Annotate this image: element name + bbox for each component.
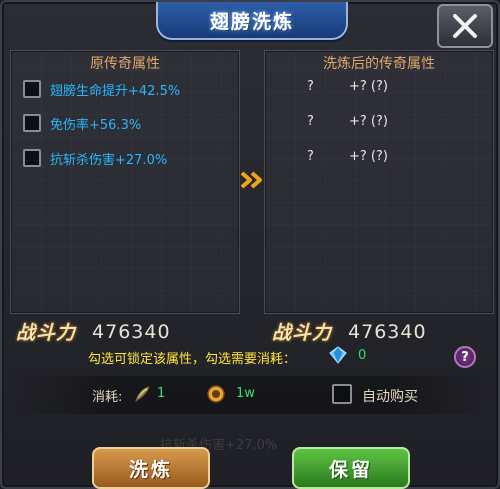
original-attributes-panel: 原传奇属性 翅膀生命提升+42.5% 免伤率+56.3% 抗斩杀伤害+27.0% [10, 50, 240, 314]
attribute-label-3: 抗斩杀伤害+27.0% [50, 152, 168, 168]
attribute-row-2[interactable]: 免伤率+56.3% [23, 112, 141, 134]
refined-attributes-title: 洗炼后的传奇属性 [323, 56, 435, 72]
auto-buy-checkbox[interactable] [332, 384, 352, 404]
dialog-title: 翅膀洗炼 [209, 10, 294, 33]
power-left: 战斗力 476340 [16, 318, 171, 345]
help-button[interactable]: ? [454, 346, 476, 368]
attribute-label-2: 免伤率+56.3% [50, 117, 142, 133]
attribute-label-1: 翅膀生命提升+42.5% [50, 83, 181, 99]
auto-buy-label: 自动购买 [362, 389, 418, 405]
attribute-row-3[interactable]: 抗斩杀伤害+27.0% [23, 147, 167, 169]
power-right: 战斗力 476340 [272, 318, 427, 345]
attribute-row-1[interactable]: 翅膀生命提升+42.5% [23, 78, 180, 100]
wash-button[interactable]: 洗炼 [92, 447, 210, 489]
result-name-1: ? [307, 79, 314, 94]
lock-checkbox-3[interactable] [23, 149, 41, 167]
diamond-count: 0 [358, 348, 367, 363]
feather-icon [135, 386, 150, 403]
original-attributes-title: 原传奇属性 [90, 56, 160, 72]
result-name-3: ? [307, 149, 314, 164]
result-value-1: +? (?) [349, 79, 388, 94]
feather-count: 1 [157, 386, 166, 401]
lock-checkbox-1[interactable] [23, 80, 41, 98]
arrow-right-icon [240, 171, 262, 189]
lock-checkbox-2[interactable] [23, 114, 41, 132]
diamond-icon [329, 346, 347, 364]
power-left-label: 战斗力 [16, 322, 77, 344]
cost-label: 消耗: [92, 390, 123, 405]
result-name-2: ? [307, 114, 314, 129]
power-right-value: 476340 [348, 320, 427, 343]
lock-cost-hint: 勾选可锁定该属性，勾选需要消耗： [88, 352, 297, 367]
dialog-title-plate: 翅膀洗炼 [156, 2, 348, 40]
keep-button[interactable]: 保留 [292, 447, 410, 489]
result-value-3: +? (?) [349, 149, 388, 164]
refined-attributes-panel: 洗炼后的传奇属性 ? +? (?) ? +? (?) ? +? (?) [264, 50, 494, 314]
result-value-2: +? (?) [349, 114, 388, 129]
coin-count: 1w [236, 386, 255, 401]
power-left-value: 476340 [92, 320, 171, 343]
power-right-label: 战斗力 [272, 322, 333, 344]
coin-icon [207, 385, 225, 403]
help-icon: ? [461, 349, 469, 365]
close-icon [453, 14, 477, 38]
close-button[interactable] [437, 4, 493, 48]
